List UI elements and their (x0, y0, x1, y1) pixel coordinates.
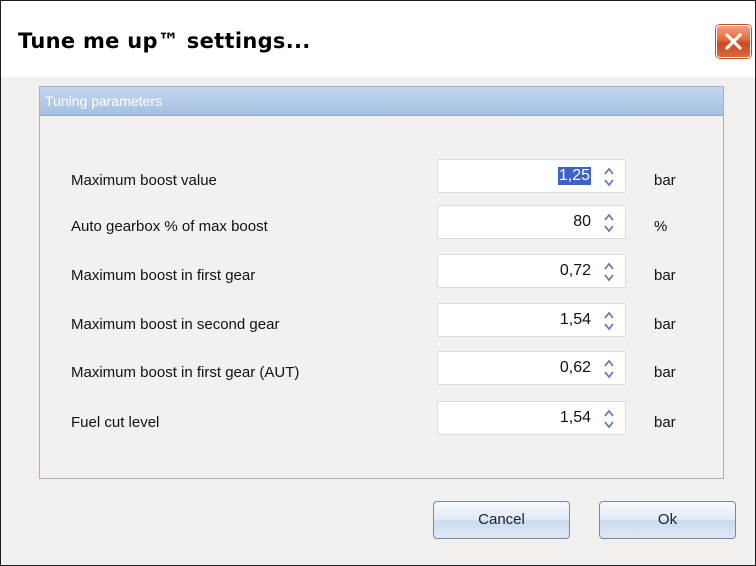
close-icon (725, 33, 742, 50)
max-boost-spinner[interactable]: 1,25 (437, 159, 626, 193)
spin-arrows-icon[interactable] (603, 358, 615, 380)
first-gear-aut-spinner[interactable]: 0,62 (437, 351, 626, 385)
param-label-first-gear-aut: Maximum boost in first gear (AUT) (71, 364, 300, 381)
unit-label: bar (654, 172, 676, 189)
param-label-fuel-cut: Fuel cut level (71, 414, 160, 431)
spin-arrows-icon[interactable] (603, 261, 615, 283)
dialog-body: Tuning parameters Maximum boost value 1,… (4, 77, 752, 565)
unit-label: bar (654, 414, 676, 431)
second-gear-spinner[interactable]: 1,54 (437, 303, 626, 337)
param-label-max-boost: Maximum boost value (71, 172, 217, 189)
unit-label: % (654, 218, 668, 235)
dialog-title: Tune me up™ settings... (18, 29, 311, 53)
first-gear-spinner[interactable]: 0,72 (437, 254, 626, 288)
spin-arrows-icon[interactable] (603, 408, 615, 430)
param-label-auto-gearbox: Auto gearbox % of max boost (71, 218, 268, 235)
unit-label: bar (654, 267, 676, 284)
param-label-first-gear: Maximum boost in first gear (71, 267, 256, 284)
spin-value[interactable]: 1,54 (560, 311, 591, 329)
auto-gearbox-spinner[interactable]: 80 (437, 205, 626, 239)
spin-value[interactable]: 1,54 (560, 409, 591, 427)
spin-value[interactable]: 0,62 (560, 359, 591, 377)
settings-dialog: Tune me up™ settings... Tuning parameter… (0, 0, 756, 566)
group-title: Tuning parameters (45, 93, 162, 109)
param-label-second-gear: Maximum boost in second gear (71, 316, 280, 333)
close-button[interactable] (716, 25, 751, 58)
group-header: Tuning parameters (40, 87, 723, 116)
fuel-cut-spinner[interactable]: 1,54 (437, 401, 626, 435)
spin-value[interactable]: 80 (573, 213, 591, 231)
unit-label: bar (654, 316, 676, 333)
spin-arrows-icon[interactable] (603, 212, 615, 234)
unit-label: bar (654, 364, 676, 381)
spin-arrows-icon[interactable] (603, 166, 615, 188)
tuning-parameters-group: Tuning parameters Maximum boost value 1,… (39, 86, 724, 479)
ok-button[interactable]: Ok (599, 501, 736, 539)
spin-arrows-icon[interactable] (603, 310, 615, 332)
spin-value[interactable]: 0,72 (560, 262, 591, 280)
title-bar: Tune me up™ settings... (1, 1, 755, 77)
spin-value[interactable]: 1,25 (557, 167, 591, 185)
cancel-button[interactable]: Cancel (433, 501, 570, 539)
